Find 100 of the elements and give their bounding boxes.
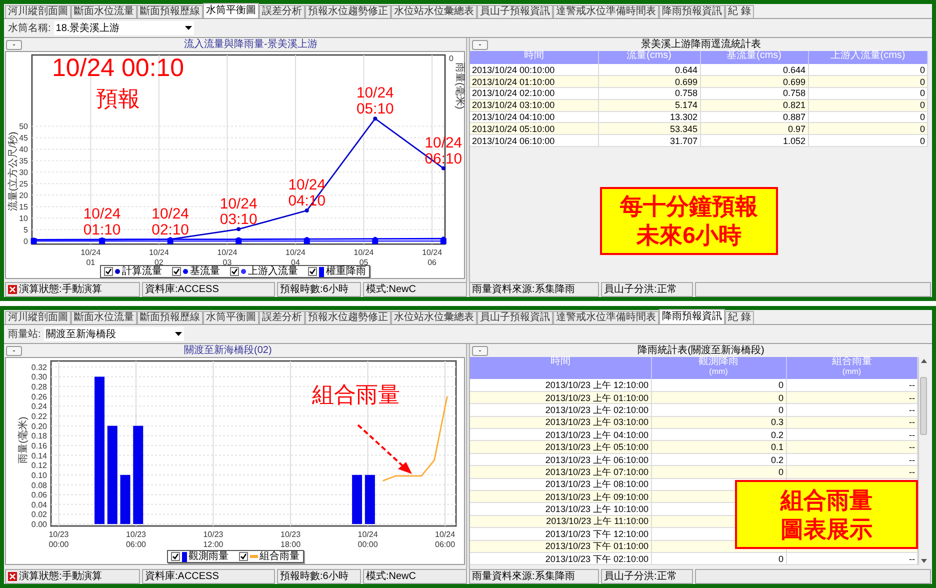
checkbox[interactable] [170,552,180,561]
axis-tick-label: 0.30 [30,372,46,382]
data-point [304,208,308,213]
scrollbar-thumb[interactable] [920,377,927,436]
tab[interactable]: 員山子預報資訊 [477,311,553,324]
checkbox[interactable] [230,267,239,276]
tab[interactable]: 水筒平衡圖 [203,311,259,324]
legend-label: 觀測雨量 [188,551,228,562]
checkbox[interactable] [104,267,113,276]
tab[interactable]: 誤差分析 [259,311,305,324]
status-text: 資料庫:ACCESS [145,570,219,582]
tab[interactable]: 河川縱剖面圖 [5,5,71,18]
tab[interactable]: 預報水位趨勢修正 [305,311,391,324]
table-cell: 0.821 [700,99,808,112]
axis-tick-label: 5 [23,226,28,235]
axis-tick-label: 0.18 [30,432,46,441]
x-box-icon [8,572,17,581]
tab[interactable]: 斷面水位流量 [71,311,137,324]
status-text: 預報時數:6小時 [280,570,348,582]
axis-tick-label: 0.06 [30,490,46,500]
field-label: 水筒名稱: [8,22,51,36]
tab[interactable]: 降雨預報資訊 [659,309,725,324]
axis-tick-label: 10/24 04 [285,248,305,265]
column-header: 上游入流量(cms) [830,51,906,61]
table-cell: 0 [808,88,928,100]
checkbox[interactable] [308,267,317,276]
axis-tick-label: 10/24 02 [148,248,168,265]
annotation-label: 10/24 02:10 [151,205,188,238]
tab[interactable]: 誤差分析 [259,5,305,18]
status-text: 員山子分洪:正常 [604,570,677,582]
callout-text: 未來6小時 [636,221,742,250]
callout-text: 10/24 00:10 [52,56,184,81]
table-cell: 0 [651,552,786,565]
axis-title: 流量(立方公尺/秒) [8,132,19,212]
column-header: 基流量(cms) [726,51,782,61]
column-header: 時間 [524,51,544,61]
axis-tick-label: 10/24 06:00 [434,530,455,549]
axis-tick-label: 40 [18,145,28,154]
checkbox[interactable] [172,267,181,276]
tab[interactable]: 員山子預報資訊 [477,5,553,18]
tab[interactable]: 斷面預報歷線 [137,311,203,324]
collapse-button[interactable]: - [472,346,488,356]
callout-text: 圖表展示 [780,514,872,544]
table-cell: -- [786,440,918,454]
axis-tick-label: 0.16 [30,441,46,450]
table-cell: 2013/10/24 06:10:00 [470,134,598,147]
tab[interactable]: 紀 錄 [725,5,754,18]
x-box-icon [8,285,17,294]
tab[interactable]: 達警戒水位準備時間表 [553,5,659,18]
axis-tick-label: 0.32 [30,362,46,372]
collapse-button[interactable]: - [6,346,22,356]
tab[interactable]: 降雨預報資訊 [659,5,725,18]
table-cell: 0 [651,404,786,416]
axis-tick-label: 10/23 18:00 [280,530,300,549]
tab[interactable]: 水位站水位彙總表 [391,5,477,18]
table-cell: 1.052 [700,134,808,147]
axis-tick-label: 0.14 [30,451,46,460]
dropdown[interactable]: 18.景美溪上游 [54,21,194,35]
status-text: 預報時數:6小時 [280,284,348,296]
status-text: 演算狀態:手動演算 [19,284,102,296]
tab[interactable]: 斷面預報歷線 [137,5,203,18]
tab[interactable]: 斷面水位流量 [71,5,137,18]
tab[interactable]: 河川縱剖面圖 [5,311,71,324]
axis-tick-label: 50 [18,122,28,132]
axis-tick-label: 10/24 06 [422,248,442,265]
table-cell: 2013/10/23 上午 05:10:00 [470,440,651,454]
tab[interactable]: 達警戒水位準備時間表 [553,311,659,324]
callout-text: 每十分鐘預報 [620,192,758,221]
axis-tick-label: 35 [18,156,28,166]
tab[interactable]: 水位站水位彙總表 [391,311,477,324]
tab[interactable]: 水筒平衡圖 [203,3,259,18]
axis-tick-label: 0.08 [30,480,46,490]
callout-text: 預報 [96,88,140,110]
axis-tick-label: 0 [448,54,453,63]
table-cell: 2013/10/23 下午 01:10:00 [470,540,651,552]
table-cell: -- [786,379,918,392]
status-text: 雨量資料來源:系集降雨 [472,284,575,296]
axis-tick-label: 0.22 [30,412,46,421]
dropdown[interactable]: 關渡至新海橋段 [44,327,184,341]
table-cell: -- [786,552,918,565]
annotation-label: 10/24 01:10 [82,206,120,239]
tab[interactable]: 紀 錄 [725,311,754,324]
table-cell: 0 [808,99,928,112]
axis-tick-label: 0 [23,237,28,246]
dot-icon [183,269,188,274]
axis-tick-label: 10/23 12:00 [202,530,223,549]
table-cell: -- [786,466,918,478]
table-cell: 2013/10/23 上午 12:10:00 [470,379,651,392]
column-header: 流量(cms) [626,51,672,61]
axis-tick-label: 30 [18,168,28,178]
tab[interactable]: 預報水位趨勢修正 [305,5,391,18]
collapse-button[interactable]: - [6,40,22,50]
checkbox[interactable] [238,552,248,561]
collapse-button[interactable]: - [472,40,488,50]
axis-tick-label: 10/24 03 [216,248,237,265]
axis-tick-label: 0.20 [30,422,46,431]
table-cell: 2013/10/23 上午 10:10:00 [470,502,651,516]
table-cell: 2013/10/23 上午 07:10:00 [470,466,651,478]
legend-label: 組合雨量 [260,551,300,562]
caret-icon [184,26,192,30]
